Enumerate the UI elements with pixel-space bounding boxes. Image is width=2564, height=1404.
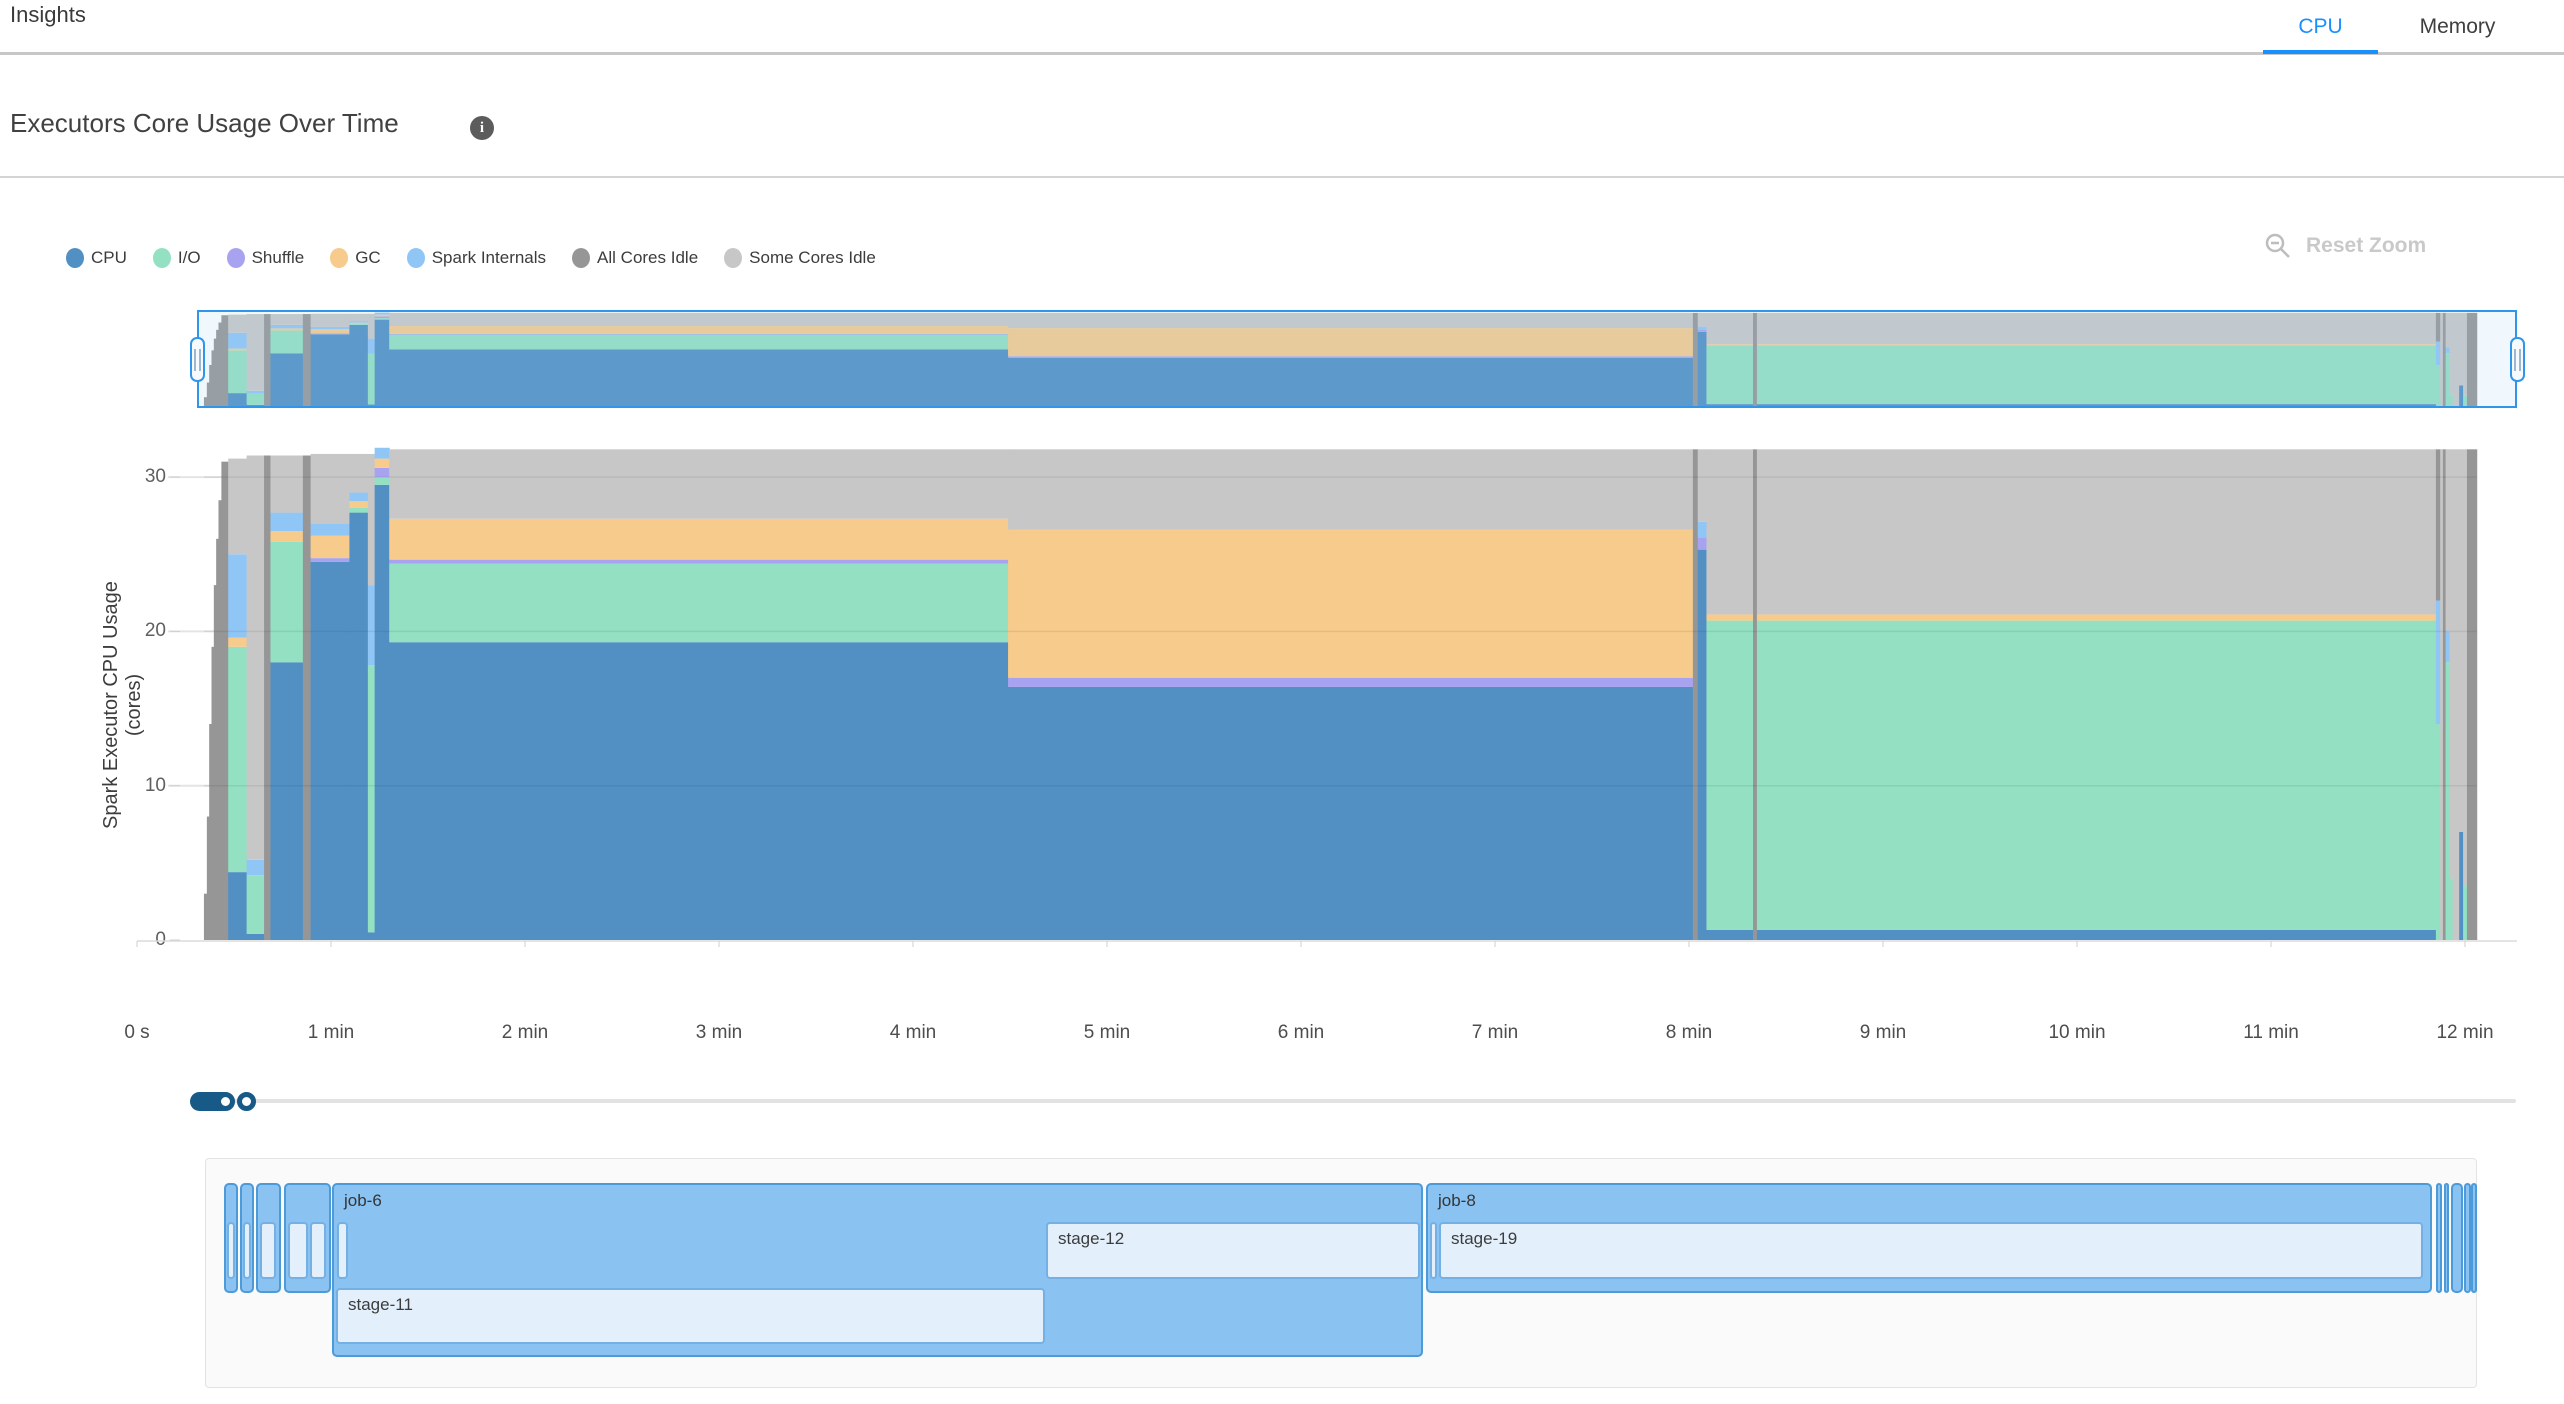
stage-bar-stage-11[interactable]: stage-11 <box>336 1288 1045 1344</box>
slider-handle-left[interactable] <box>216 1092 235 1111</box>
stage-bar-small-1-0[interactable] <box>243 1222 251 1279</box>
x-tick-5: 5 min <box>1062 1022 1152 1044</box>
chart-legend: CPU I/O Shuffle GC Spark Internals All Cores … <box>66 248 876 268</box>
section-divider <box>0 176 2564 178</box>
legend-item-some_idle[interactable]: Some Cores Idle <box>724 248 876 268</box>
x-tick-9: 9 min <box>1838 1022 1928 1044</box>
info-icon[interactable]: i <box>470 116 494 140</box>
x-tick-4: 4 min <box>868 1022 958 1044</box>
legend-label-some_idle: Some Cores Idle <box>749 248 876 268</box>
brush-selection[interactable] <box>199 312 2515 406</box>
legend-item-cpu[interactable]: CPU <box>66 248 127 268</box>
legend-item-internals[interactable]: Spark Internals <box>407 248 546 268</box>
active-tab-underline <box>2263 50 2378 54</box>
tab-memory[interactable]: Memory <box>2400 4 2515 50</box>
job-label-job-8: job-8 <box>1428 1185 2430 1211</box>
page-title: Insights <box>10 2 86 28</box>
legend-item-shuffle[interactable]: Shuffle <box>227 248 305 268</box>
slider-handle-right[interactable] <box>237 1092 256 1111</box>
x-tick-11: 11 min <box>2226 1022 2316 1044</box>
stage-bar-stage-12[interactable]: stage-12 <box>1046 1222 1420 1279</box>
legend-dot-internals <box>407 248 425 268</box>
legend-label-internals: Spark Internals <box>432 248 546 268</box>
x-tick-0: 0 s <box>92 1022 182 1044</box>
section-title: Executors Core Usage Over Time <box>10 108 399 139</box>
x-tick-1: 1 min <box>286 1022 376 1044</box>
stage-bar-small-5-0[interactable] <box>1430 1222 1437 1279</box>
stage-bar-stage-19[interactable]: stage-19 <box>1439 1222 2423 1279</box>
legend-dot-cpu <box>66 248 84 268</box>
x-tick-10: 10 min <box>2032 1022 2122 1044</box>
header-divider <box>0 52 2564 55</box>
x-tick-8: 8 min <box>1644 1022 1734 1044</box>
tab-cpu[interactable]: CPU <box>2263 4 2378 50</box>
stage-bar-small-3-1[interactable] <box>310 1222 326 1279</box>
legend-label-all_idle: All Cores Idle <box>597 248 698 268</box>
job-bar-small-6[interactable] <box>2436 1183 2442 1293</box>
stage-bar-small-0-0[interactable] <box>227 1222 235 1279</box>
job-bar-small-10[interactable] <box>2471 1183 2477 1293</box>
stage-bar-small-2-0[interactable] <box>260 1222 276 1279</box>
stage-bar-small-4-0[interactable] <box>337 1222 348 1279</box>
legend-label-cpu: CPU <box>91 248 127 268</box>
legend-dot-io <box>153 248 171 268</box>
insights-page: Insights CPU Memory Executors Core Usage… <box>0 0 2564 1404</box>
x-tick-12: 12 min <box>2420 1022 2510 1044</box>
stage-label-stage-11: stage-11 <box>338 1290 1043 1315</box>
legend-item-io[interactable]: I/O <box>153 248 201 268</box>
stage-label-stage-12: stage-12 <box>1048 1224 1418 1249</box>
time-range-slider-track[interactable] <box>190 1099 2516 1103</box>
job-bar-small-9[interactable] <box>2464 1183 2471 1293</box>
reset-zoom-button[interactable]: Reset Zoom <box>2264 232 2426 260</box>
x-tick-7: 7 min <box>1450 1022 1540 1044</box>
reset-zoom-label: Reset Zoom <box>2306 234 2426 258</box>
zoom-out-icon <box>2264 232 2292 260</box>
legend-dot-all_idle <box>572 248 590 268</box>
job-label-job-6: job-6 <box>334 1185 1421 1211</box>
legend-label-gc: GC <box>355 248 381 268</box>
minimap-brush-area[interactable] <box>197 310 2517 408</box>
brush-handle-right[interactable] <box>2510 337 2525 382</box>
legend-item-gc[interactable]: GC <box>330 248 381 268</box>
legend-dot-some_idle <box>724 248 742 268</box>
job-bar-small-7[interactable] <box>2444 1183 2449 1293</box>
legend-label-shuffle: Shuffle <box>252 248 305 268</box>
job-bar-small-8[interactable] <box>2451 1183 2463 1293</box>
legend-dot-shuffle <box>227 248 245 268</box>
x-tick-3: 3 min <box>674 1022 764 1044</box>
legend-dot-gc <box>330 248 348 268</box>
legend-label-io: I/O <box>178 248 201 268</box>
legend-item-all_idle[interactable]: All Cores Idle <box>572 248 698 268</box>
stage-bar-small-3-0[interactable] <box>288 1222 308 1279</box>
x-tick-2: 2 min <box>480 1022 570 1044</box>
brush-handle-left[interactable] <box>190 337 205 382</box>
x-tick-6: 6 min <box>1256 1022 1346 1044</box>
stage-label-stage-19: stage-19 <box>1441 1224 2421 1249</box>
cpu-usage-area-chart[interactable] <box>0 440 2564 960</box>
